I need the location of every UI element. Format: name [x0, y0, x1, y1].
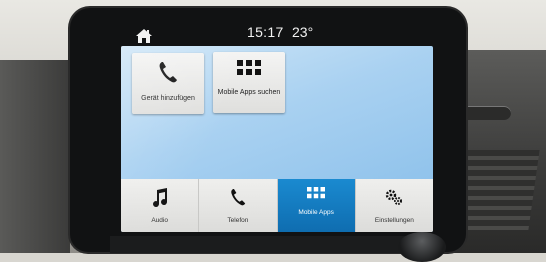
bezel-bottom [110, 236, 430, 253]
add-device-label: Gerät hinzufügen [141, 95, 195, 102]
nav-settings[interactable]: Einstellungen [356, 179, 433, 232]
nav-mobile-apps-label: Mobile Apps [298, 209, 334, 216]
nav-audio-label: Audio [151, 217, 168, 224]
phone-icon [132, 61, 204, 83]
volume-knob[interactable] [398, 232, 446, 262]
car-interior-left [0, 60, 70, 253]
nav-phone-label: Telefon [227, 217, 249, 224]
add-device-tile[interactable]: Gerät hinzufügen [132, 53, 204, 114]
nav-mobile-apps[interactable]: Mobile Apps [277, 179, 356, 232]
nav-audio[interactable]: Audio [121, 179, 200, 232]
outside-temperature: 23° [292, 24, 314, 40]
bottom-navigation: Audio Telefon Mobile Apps Einstellungen [121, 179, 433, 232]
find-mobile-apps-tile[interactable]: Mobile Apps suchen [213, 52, 285, 113]
music-note-icon [121, 188, 198, 210]
clock-time: 15:17 [247, 24, 284, 40]
phone-icon [199, 188, 276, 210]
home-icon[interactable] [135, 28, 153, 44]
nav-settings-label: Einstellungen [374, 217, 414, 224]
apps-grid-icon [213, 60, 285, 82]
apps-grid-icon [278, 187, 355, 209]
gears-icon [356, 188, 433, 210]
find-mobile-apps-label: Mobile Apps suchen [217, 89, 281, 96]
nav-phone[interactable]: Telefon [199, 179, 278, 232]
sync-screen: Gerät hinzufügen Mobile Apps suchen Audi… [121, 46, 433, 232]
